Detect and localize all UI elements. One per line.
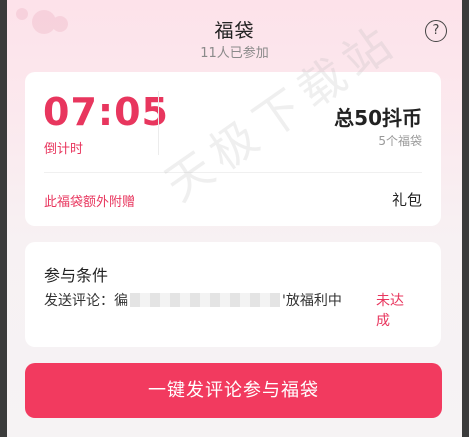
- redacted-comment: [130, 293, 280, 307]
- join-lucky-bag-button[interactable]: 一键发评论参与福袋: [25, 363, 442, 418]
- vertical-divider: [158, 91, 159, 155]
- reward-card: 07:05 倒计时 总50抖币 5个福袋 此福袋额外附赠 礼包: [25, 72, 441, 226]
- extra-gift-link[interactable]: 此福袋额外附赠: [44, 191, 135, 210]
- question-circle-icon[interactable]: ?: [425, 20, 447, 42]
- panel-title: 福袋: [214, 20, 255, 42]
- condition-status: 未达成: [376, 293, 404, 329]
- condition-text: 发送评论：徧 '放福利中: [44, 291, 364, 311]
- reward-total: 总50抖币: [334, 106, 422, 130]
- condition-card: 参与条件 发送评论：徧 '放福利中 未达成: [25, 242, 441, 347]
- condition-text-suffix: '放福利中: [282, 293, 342, 309]
- horizontal-divider: [44, 172, 422, 173]
- countdown-timer: 07:05: [43, 90, 169, 134]
- condition-title: 参与条件: [44, 266, 109, 285]
- bag-count: 5个福袋: [378, 134, 422, 148]
- window-edge-right: [462, 0, 469, 437]
- lucky-bag-panel: 福袋 11人已参加 ? 07:05 倒计时 总50抖币 5个福袋 此福袋额外附赠…: [0, 0, 469, 437]
- countdown-label: 倒计时: [44, 142, 84, 157]
- extra-gift-value: 礼包: [391, 191, 422, 209]
- participant-count: 11人已参加: [200, 46, 269, 61]
- window-edge-left: [0, 0, 7, 437]
- condition-text-prefix: 发送评论：徧: [44, 293, 128, 309]
